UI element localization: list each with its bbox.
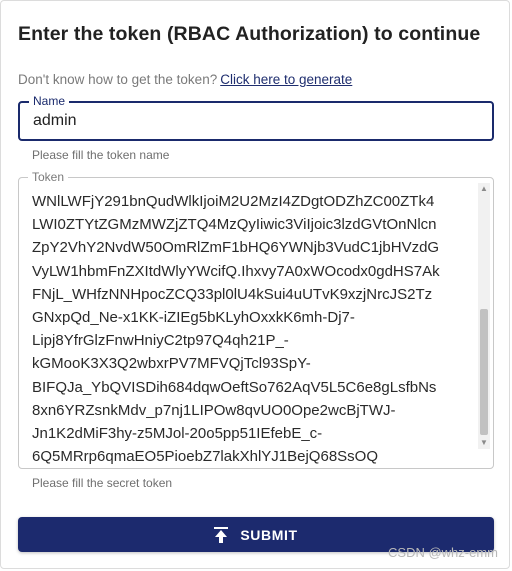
generate-token-link[interactable]: Click here to generate bbox=[220, 72, 352, 87]
name-field-label: Name bbox=[29, 94, 70, 108]
submit-label: SUBMIT bbox=[240, 526, 298, 543]
name-input[interactable]: admin bbox=[33, 112, 77, 130]
token-line: 8xn6YRZsnkMdv_p7nj1LIPOw8qvUO0Ope2wcBjTW… bbox=[32, 401, 396, 419]
token-field[interactable]: Token WNlLWFjY291bnQudWlkIjoiM2U2MzI4ZDg… bbox=[18, 170, 494, 469]
token-line: GNxpQd_Ne-x1KK-iZIEg5bKLyhOxxkK6mh-Dj7- bbox=[32, 309, 355, 327]
token-line: Lipj8YfrGlzFnwHniyC2tp97Q4qh21P_- bbox=[32, 332, 289, 350]
token-field-label: Token bbox=[28, 170, 69, 184]
token-line: WNlLWFjY291bnQudWlkIjoiM2U2MzI4ZDgtODZhZ… bbox=[32, 193, 435, 210]
watermark: CSDN @whz-emm bbox=[388, 545, 498, 560]
token-dialog: Enter the token (RBAC Authorization) to … bbox=[0, 0, 510, 569]
help-line: Don't know how to get the token? Click he… bbox=[18, 72, 352, 87]
token-hint: Please fill the secret token bbox=[32, 476, 173, 490]
token-line: LWI0ZTYtZGMzMWZjZTQ4MzQyIiwic3ViIjoic3lz… bbox=[32, 216, 437, 234]
token-line: BIFQJa_YbQVISDih684dqwOeftSo762AqV5L5C6e… bbox=[32, 378, 437, 396]
dialog-title: Enter the token (RBAC Authorization) to … bbox=[18, 23, 481, 45]
token-line: kGMooK3X3Q2wbxrPV7MFVQjTcl93SpY- bbox=[32, 355, 311, 373]
token-textarea[interactable]: WNlLWFjY291bnQudWlkIjoiM2U2MzI4ZDgtODZhZ… bbox=[32, 190, 468, 468]
scroll-down-icon[interactable]: ▼ bbox=[478, 437, 490, 449]
token-line: Jn1K2dMiF3hy-z5MJol-20o5pp51IEfebE_c- bbox=[32, 425, 323, 443]
name-field[interactable]: Name admin bbox=[18, 94, 494, 141]
scroll-up-icon[interactable]: ▲ bbox=[478, 183, 490, 195]
token-line: FNjL_WHfzNNHpocZCQ33pl0lU4kSui4uUTvK9xzj… bbox=[32, 285, 433, 303]
help-text: Don't know how to get the token? bbox=[18, 72, 218, 87]
token-line: ZpY2VhY2NvdW50OmRlZmF1bHQ6YWNjb3VudC1jbH… bbox=[32, 239, 440, 257]
token-scrollbar[interactable]: ▲ ▼ bbox=[478, 183, 490, 449]
token-line: 6Q5MRrp6qmaEO5PioebZ7lakXhlYJ1BejQ68SsOQ bbox=[32, 448, 378, 466]
upload-icon bbox=[214, 526, 229, 543]
name-hint: Please fill the token name bbox=[32, 148, 170, 162]
token-line: VyLW1hbmFnZXItdWlyYWcifQ.Ihxvy7A0xWOcodx… bbox=[32, 262, 440, 280]
scrollbar-thumb[interactable] bbox=[480, 309, 488, 435]
